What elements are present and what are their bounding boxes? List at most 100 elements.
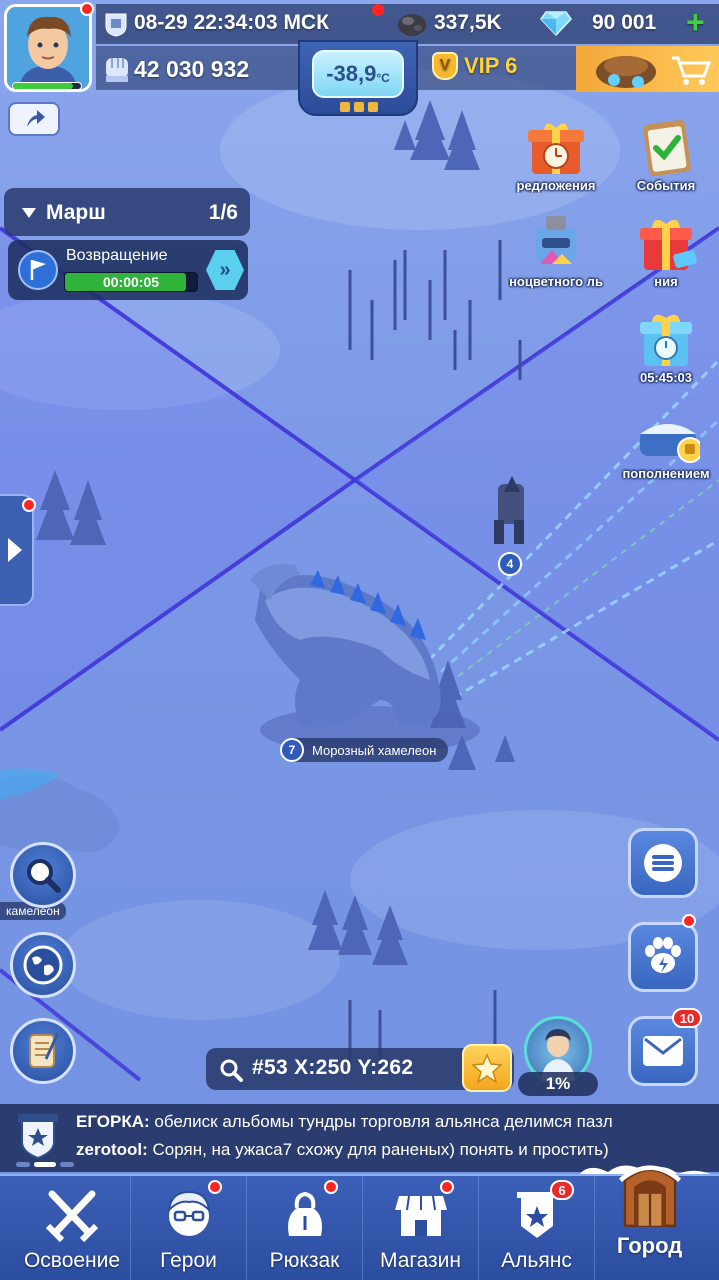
nav-explore[interactable]: Освоение xyxy=(14,1176,130,1280)
temperature-display: -38,9 °C xyxy=(312,50,404,98)
time-notification-dot xyxy=(372,4,384,16)
chat-user-2: zerotool: xyxy=(76,1140,148,1159)
speedup-button[interactable]: » xyxy=(206,250,244,290)
march-count: 1/6 xyxy=(208,201,238,224)
server-datetime: 08-29 22:34:03 МСК xyxy=(134,11,329,34)
nav-backpack[interactable]: Рюкзак xyxy=(246,1176,362,1280)
event-recharge[interactable]: пополнением xyxy=(618,404,714,481)
event-offers-label: редложения xyxy=(516,178,596,193)
hero-avatar-icon xyxy=(7,7,89,89)
checklist-icon xyxy=(643,119,691,177)
event-offers[interactable]: редложения xyxy=(508,116,604,193)
player-avatar[interactable] xyxy=(4,4,92,92)
temperature-unit: °C xyxy=(376,71,390,85)
march-timer: 00:00:05 xyxy=(102,274,160,290)
alliance-chat-icon xyxy=(18,1114,58,1160)
vip-level[interactable]: V VIP 6 xyxy=(432,52,517,80)
nav-shop[interactable]: Магазин xyxy=(362,1176,478,1280)
shop-offer-banner[interactable] xyxy=(576,46,719,92)
event-events-label: События xyxy=(636,178,696,193)
power-fist-icon xyxy=(106,58,128,82)
collapse-up-button[interactable] xyxy=(8,102,60,136)
vip-label: VIP 6 xyxy=(464,53,518,78)
nav-city-label: Город xyxy=(616,1233,683,1258)
nav-explore-label: Освоение xyxy=(23,1249,121,1272)
coordinates-text: #53 X:250 Y:262 xyxy=(252,1056,414,1079)
chat-text-2: Сорян, на ужаса7 схожу для раненых) поня… xyxy=(147,1140,609,1159)
player-power[interactable]: 42 030 932 xyxy=(134,56,249,83)
castle-shield-icon xyxy=(105,13,127,37)
side-tab-notification-dot xyxy=(22,498,36,512)
chat-text-1: обелиск альбомы тундры торговля альянса … xyxy=(149,1112,613,1131)
event-recharge-label: пополнением xyxy=(622,466,710,481)
nav-alliance-label: Альянс xyxy=(501,1249,572,1272)
search-button[interactable] xyxy=(10,842,76,908)
alliance-badge: 6 xyxy=(550,1180,574,1200)
swords-icon xyxy=(45,1190,99,1243)
star-icon xyxy=(471,1053,503,1083)
march-panel: Марш 1/6 Возвращение 00:00:05 » xyxy=(4,188,250,300)
chat-message-2: zerotool: Сорян, на ужаса7 схожу для ран… xyxy=(76,1140,609,1160)
avatar-notification-dot xyxy=(80,2,94,16)
temperature-widget[interactable]: -38,9 °C xyxy=(298,40,418,116)
chat-page-dots xyxy=(16,1162,74,1167)
march-item[interactable]: Возвращение 00:00:05 » xyxy=(8,240,248,300)
bottom-navigation: Освоение Герои Рюкзак Магазин Альянс Гор… xyxy=(0,1165,719,1280)
gift-box-icon xyxy=(640,219,697,270)
mail-badge: 10 xyxy=(672,1008,702,1028)
event-gift-label: ния xyxy=(654,274,678,289)
march-progress-bar: 00:00:05 xyxy=(64,272,198,292)
paw-icon xyxy=(645,937,681,973)
temperature-pips xyxy=(340,102,378,112)
forge-machine-icon xyxy=(536,216,576,264)
temperature-value: -38,9 xyxy=(326,61,377,86)
globe-icon xyxy=(23,945,63,985)
menu-list-icon xyxy=(644,844,682,882)
shop-notification-dot xyxy=(440,1180,454,1194)
recharge-chest-icon xyxy=(640,424,703,463)
monster-name: Морозный хамелеон xyxy=(312,742,437,758)
nav-backpack-label: Рюкзак xyxy=(269,1249,340,1272)
chat-user-1: ЕГОРКА: xyxy=(76,1112,150,1131)
world-button[interactable] xyxy=(10,932,76,998)
heroes-notification-dot xyxy=(208,1180,222,1194)
shop-cart-icon xyxy=(596,56,712,88)
march-status: Возвращение xyxy=(66,247,168,264)
gift-clock-icon xyxy=(528,123,584,174)
scroll-quill-icon xyxy=(29,1032,60,1068)
nav-shop-label: Магазин xyxy=(379,1249,461,1272)
monster-level-badge: 7 xyxy=(280,738,304,762)
event-timed-gift-timer: 05:45:03 xyxy=(639,370,693,385)
menu-button[interactable] xyxy=(628,828,698,898)
troop-level-badge[interactable]: 4 xyxy=(498,552,522,576)
envelope-icon xyxy=(643,1036,683,1066)
event-forge[interactable]: ноцветного ль xyxy=(508,212,604,289)
vip-badge-icon: V xyxy=(432,52,458,80)
bookmark-star-button[interactable] xyxy=(462,1044,512,1092)
event-events[interactable]: События xyxy=(618,116,714,193)
add-diamonds-button[interactable]: + xyxy=(686,4,705,41)
search-icon xyxy=(27,859,61,893)
diamond-icon xyxy=(540,11,572,36)
hero-percent: 1% xyxy=(518,1072,598,1096)
monster-name-label[interactable]: Морозный хамелеон xyxy=(282,738,449,762)
march-title: Марш xyxy=(46,201,106,224)
nav-heroes[interactable]: Герои xyxy=(130,1176,246,1280)
city-door-icon xyxy=(618,1165,681,1227)
backpack-icon xyxy=(287,1191,322,1236)
ore-coal-icon xyxy=(398,14,426,36)
hero-face-icon xyxy=(167,1190,210,1236)
avatar-health-fill xyxy=(13,83,73,89)
march-header[interactable]: Марш 1/6 xyxy=(4,188,250,236)
event-gift[interactable]: ния xyxy=(618,212,714,289)
arrow-up-icon xyxy=(27,110,45,127)
quest-scroll-button[interactable] xyxy=(10,1018,76,1084)
pet-button[interactable] xyxy=(628,922,698,992)
nav-alliance[interactable]: Альянс xyxy=(478,1176,594,1280)
chameleon-partial-left xyxy=(0,768,120,855)
diamond-amount[interactable]: 90 001 xyxy=(592,11,656,35)
nav-city[interactable]: Город xyxy=(594,1165,704,1280)
event-forge-label: ноцветного ль xyxy=(509,274,603,289)
ore-amount[interactable]: 337,5K xyxy=(434,11,502,35)
event-timed-gift[interactable]: 05:45:03 xyxy=(618,308,714,385)
